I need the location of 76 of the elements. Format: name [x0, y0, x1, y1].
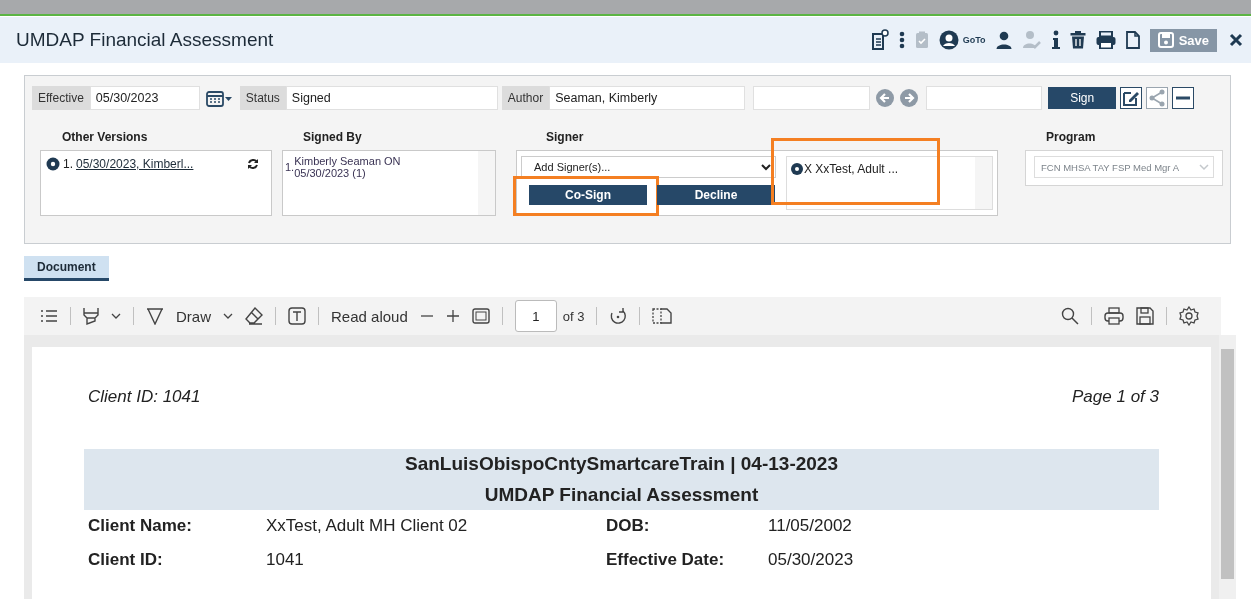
- header-title: SanLuisObispoCntySmartcareTrain | 04-13-2023: [405, 453, 838, 475]
- scrollbar[interactable]: [1219, 335, 1236, 599]
- document-gear-icon[interactable]: [870, 29, 889, 51]
- highlighter-icon[interactable]: [83, 307, 99, 325]
- column-heading: Other Versions: [62, 130, 149, 144]
- field-value: 05/30/2023: [768, 550, 855, 570]
- print-icon[interactable]: [1104, 307, 1124, 325]
- page-icon[interactable]: [1125, 31, 1140, 49]
- scrollbar[interactable]: [975, 157, 992, 209]
- edit-icon[interactable]: [1120, 87, 1143, 109]
- zoom-in-icon[interactable]: [445, 309, 460, 323]
- input-field[interactable]: [753, 86, 871, 110]
- item-number: 1.: [63, 157, 73, 171]
- signer-name: X XxTest, Adult ...: [804, 162, 899, 176]
- chevron-down-icon[interactable]: [111, 312, 121, 320]
- field-label: Client ID:: [88, 550, 164, 570]
- read-aloud-button[interactable]: Read aloud: [331, 307, 408, 325]
- field-label: Author: [501, 86, 550, 110]
- version-link[interactable]: 05/30/2023, Kimberl...: [76, 157, 244, 171]
- sign-button[interactable]: Sign: [1048, 87, 1117, 109]
- trash-icon[interactable]: [1069, 31, 1086, 49]
- column-heading: Signed By: [303, 130, 363, 144]
- scrollbar[interactable]: [478, 151, 495, 215]
- user-icon[interactable]: [938, 30, 959, 50]
- two-page-icon[interactable]: [652, 308, 673, 324]
- field-label: DOB:: [606, 516, 651, 536]
- fit-page-icon[interactable]: [471, 308, 490, 324]
- field-value: 11/05/2002: [768, 516, 853, 536]
- field-label: Effective: [32, 86, 90, 110]
- page-count: of 3: [562, 308, 585, 324]
- chevron-down-icon[interactable]: [223, 312, 233, 320]
- field-value: XxTest, Adult MH Client 02: [266, 516, 469, 536]
- eraser-icon[interactable]: [245, 307, 263, 325]
- header-title: UMDAP Financial Assessment: [484, 484, 759, 506]
- input-field[interactable]: Seaman, Kimberly: [549, 86, 746, 110]
- field-value: 1041: [266, 550, 305, 570]
- rotate-icon[interactable]: [609, 307, 628, 325]
- action-button[interactable]: Decline: [657, 185, 775, 205]
- action-button[interactable]: Co-Sign: [529, 185, 647, 205]
- window-title: UMDAP Financial Assessment: [16, 29, 275, 51]
- radio-button[interactable]: [46, 157, 60, 171]
- page-label: Page 1 of 3: [1072, 387, 1159, 407]
- save-icon[interactable]: [1136, 307, 1154, 325]
- draw-button[interactable]: Draw: [176, 307, 211, 325]
- chevron-down-icon: [761, 163, 771, 171]
- input-field[interactable]: Signed: [285, 86, 498, 110]
- column-heading: Signer: [546, 130, 585, 144]
- input-field[interactable]: 05/30/2023: [89, 86, 200, 110]
- goto-link[interactable]: GoTo: [962, 35, 986, 45]
- signer-dropdown[interactable]: Add Signer(s)...: [521, 156, 776, 178]
- page-number-field[interactable]: 1: [514, 300, 557, 332]
- tab[interactable]: Document: [24, 256, 109, 281]
- floppy-icon: [1157, 32, 1174, 48]
- minimize-icon[interactable]: [1172, 87, 1195, 109]
- close-icon[interactable]: [1229, 33, 1243, 47]
- field-label: Client Name:: [88, 516, 193, 536]
- text-box-icon[interactable]: [288, 307, 306, 325]
- more-icon[interactable]: [898, 30, 905, 50]
- item-number: 1.: [285, 160, 295, 173]
- field-label: Status: [239, 86, 286, 110]
- refresh-icon[interactable]: [247, 158, 259, 170]
- remove-icon[interactable]: [791, 163, 803, 175]
- info-icon[interactable]: [1051, 30, 1060, 50]
- field-label: Effective Date:: [606, 550, 726, 570]
- calendar-icon[interactable]: [205, 89, 232, 107]
- search-icon[interactable]: [1061, 307, 1079, 325]
- contents-icon[interactable]: [40, 310, 58, 322]
- settings-icon[interactable]: [1179, 306, 1199, 326]
- chevron-down-icon: [1199, 163, 1209, 171]
- signature-entry: Kimberly Seaman ON 05/30/2023 (1): [294, 155, 402, 179]
- person-icon[interactable]: [995, 31, 1012, 49]
- client-id-text: Client ID: 1041: [88, 387, 201, 407]
- column-heading: Program: [1046, 130, 1097, 144]
- pen-icon[interactable]: [146, 307, 164, 325]
- print-icon[interactable]: [1095, 31, 1116, 49]
- input-field[interactable]: [926, 86, 1043, 110]
